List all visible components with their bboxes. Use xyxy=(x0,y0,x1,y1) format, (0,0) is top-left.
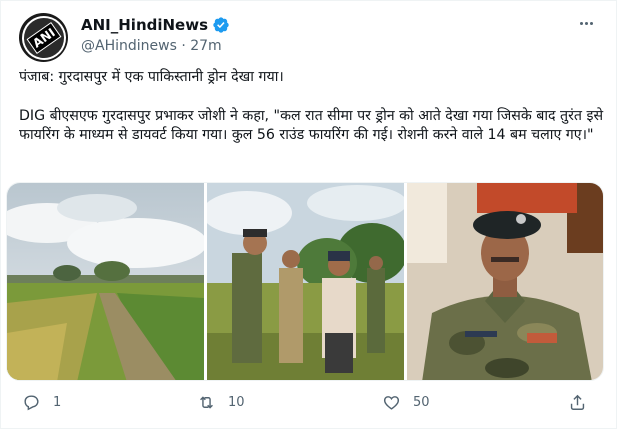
dig-photo xyxy=(406,183,603,380)
separator: · xyxy=(181,38,186,54)
media-image-officials[interactable] xyxy=(207,183,404,380)
field-photo xyxy=(7,183,205,380)
like-icon xyxy=(383,396,400,410)
verified-badge-icon xyxy=(213,17,229,33)
tweet-text-line2: DIG बीएसएफ गुरदासपुर प्रभाकर जोशी ने कहा… xyxy=(19,107,604,144)
like-count: 50 xyxy=(413,395,430,410)
action-bar: 1 10 50 xyxy=(1,389,617,419)
author-name-row[interactable]: ANI_HindiNews xyxy=(81,16,230,34)
avatar[interactable]: ANI xyxy=(19,13,68,62)
author-name[interactable]: ANI_HindiNews xyxy=(81,16,208,34)
timestamp[interactable]: 27m xyxy=(190,38,221,54)
tweet-card[interactable]: ANI ANI_HindiNews @AHindinews · 27m पंजा… xyxy=(0,0,617,429)
author-handle[interactable]: @AHindinews xyxy=(81,38,177,54)
media-image-field[interactable] xyxy=(7,183,205,380)
retweet-count: 10 xyxy=(228,395,245,410)
ani-logo: ANI xyxy=(19,13,68,62)
tweet-text: पंजाब: गुरदासपुर में एक पाकिस्तानी ड्रोन… xyxy=(19,68,609,146)
media-grid[interactable] xyxy=(6,182,604,381)
avatar-logo-text: ANI xyxy=(26,21,61,54)
media-image-dig[interactable] xyxy=(406,183,603,380)
handle-line: @AHindinews · 27m xyxy=(81,37,222,55)
reply-button[interactable]: 1 xyxy=(22,393,61,412)
tweet-text-line1: पंजाब: गुरदासपुर में एक पाकिस्तानी ड्रोन… xyxy=(19,69,284,85)
retweet-icon xyxy=(200,396,213,409)
reply-count: 1 xyxy=(53,395,62,410)
share-icon xyxy=(570,394,585,410)
officials-photo xyxy=(207,183,404,380)
more-icon[interactable] xyxy=(576,13,596,33)
share-button[interactable] xyxy=(568,393,587,412)
reply-icon xyxy=(24,395,39,411)
retweet-button[interactable]: 10 xyxy=(197,393,245,412)
like-button[interactable]: 50 xyxy=(382,393,430,412)
